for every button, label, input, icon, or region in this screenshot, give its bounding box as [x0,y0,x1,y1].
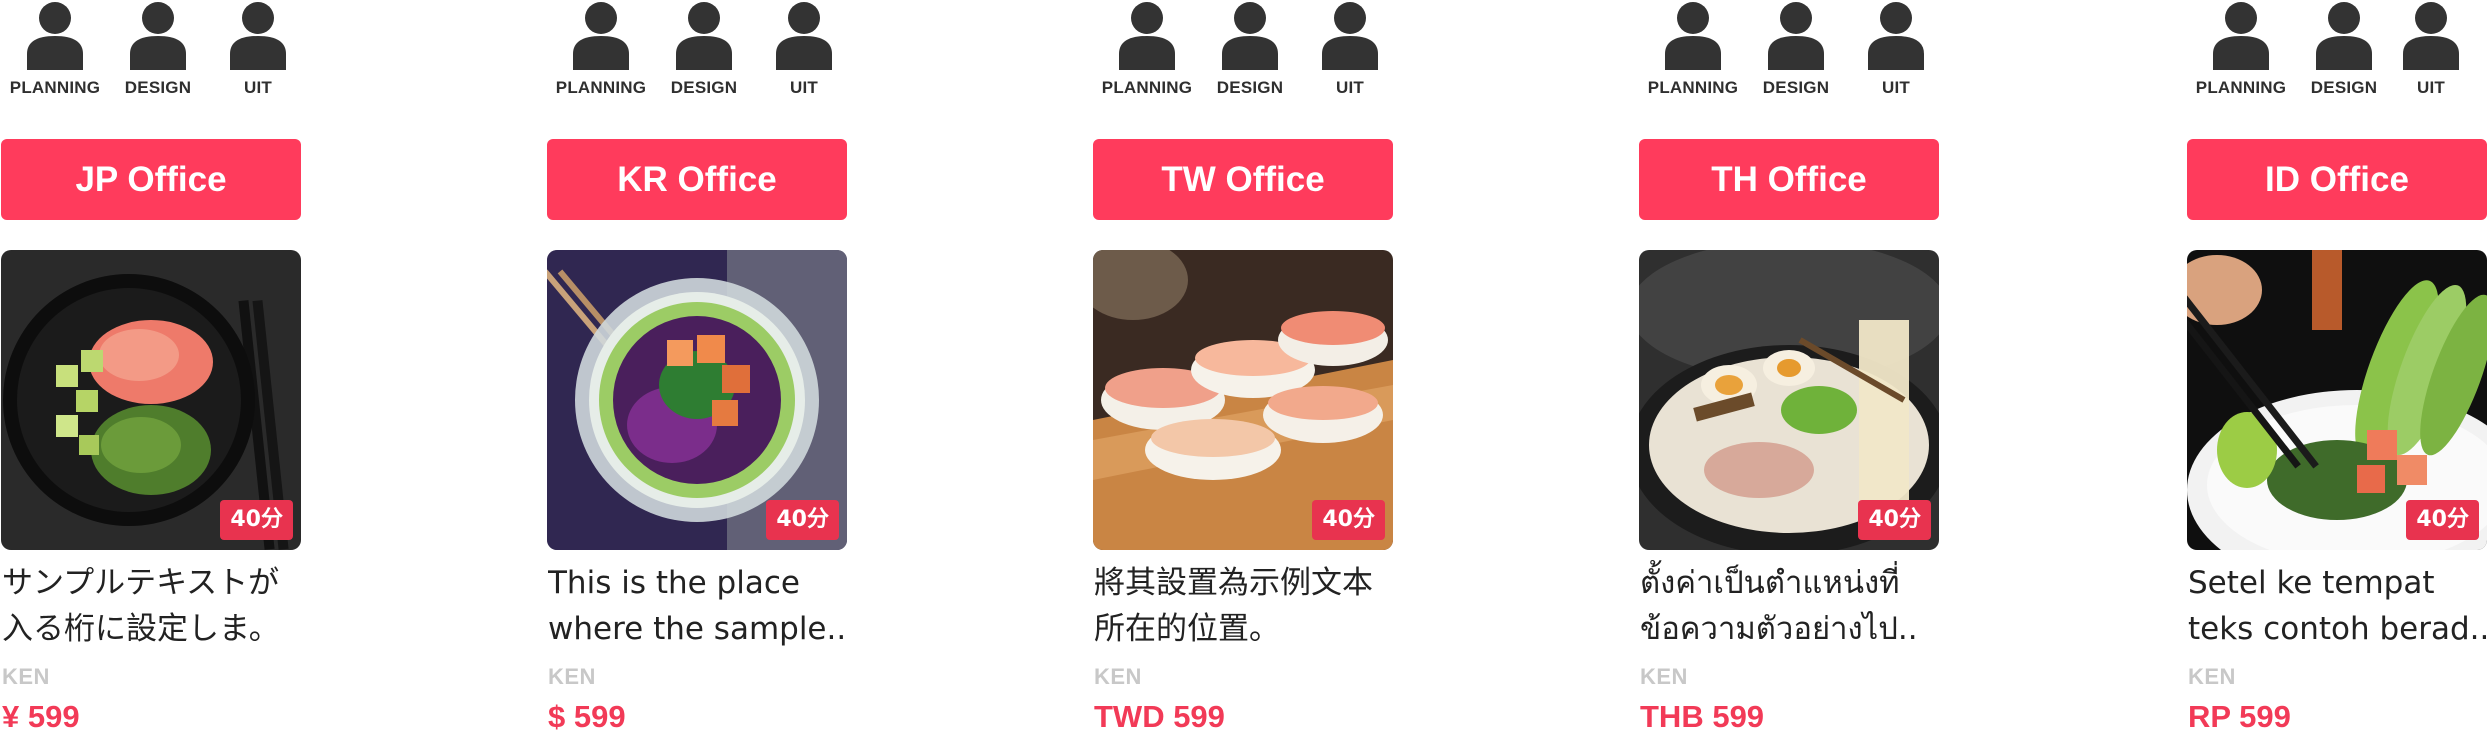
price: TWD 599 [1094,699,1225,734]
price: RP 599 [2188,699,2291,734]
office-button[interactable]: TH Office [1639,139,1939,220]
recipe-title[interactable]: サンプルテキストが 入る桁に設定しま。 [2,560,302,652]
recipe-title-line: teks contoh berad.. [2188,611,2488,647]
price: ¥ 599 [2,699,80,734]
person-icon [2213,2,2269,70]
team-role-label: DESIGN [124,78,192,97]
team-role-label: PLANNING [555,78,647,97]
author-name: KEN [1094,664,1142,689]
team-role-label: PLANNING [2195,78,2287,97]
team-member-uit: UIT [2376,0,2486,110]
team-member-uit: UIT [749,0,859,110]
team-members: PLANNING DESIGN UIT [2186,0,2486,110]
team-members: PLANNING DESIGN UIT [1092,0,1392,110]
person-icon [776,2,832,70]
team-role-label: PLANNING [1101,78,1193,97]
team-member-planning: PLANNING [1092,0,1202,110]
recipe-title-line: 所在的位置。 [1094,611,1280,647]
team-member-design: DESIGN [103,0,213,110]
team-members: PLANNING DESIGN UIT [0,0,300,110]
recipe-photo[interactable]: 40分 [2187,250,2487,550]
person-icon [1222,2,1278,70]
person-icon [230,2,286,70]
person-icon [1768,2,1824,70]
person-icon [130,2,186,70]
person-icon [573,2,629,70]
team-role-label: UIT [244,78,272,97]
recipe-title-line: 將其設置為示例文本 [1094,565,1373,601]
team-role-label: DESIGN [1216,78,1284,97]
recipe-photo[interactable]: 40分 [1,250,301,550]
person-icon [1119,2,1175,70]
author-name: KEN [2,664,50,689]
team-role-label: UIT [2417,78,2445,97]
team-member-design: DESIGN [1741,0,1851,110]
office-card-kr: PLANNING DESIGN UIT KR Office 40分 This i… [546,0,848,734]
office-card-th: PLANNING DESIGN UIT TH Office 40分 ตั้งค่… [1638,0,1940,734]
office-card-id: PLANNING DESIGN UIT ID Office 40分 Setel … [2186,0,2488,734]
team-role-label: PLANNING [1647,78,1739,97]
recipe-photo[interactable]: 40分 [547,250,847,550]
duration-badge: 40分 [2406,500,2479,540]
team-role-label: UIT [1882,78,1910,97]
recipe-title[interactable]: ตั้งค่าเป็นตำแหน่งที่ ข้อความตัวอย่างไป.… [1640,560,1940,652]
price: THB 599 [1640,699,1765,734]
team-role-label: UIT [790,78,818,97]
team-members: PLANNING DESIGN UIT [546,0,846,110]
author-name: KEN [548,664,596,689]
author-name: KEN [1640,664,1688,689]
team-role-label: UIT [1336,78,1364,97]
person-icon [1665,2,1721,70]
recipe-photo[interactable]: 40分 [1639,250,1939,550]
recipe-title-line: 入る桁に設定しま。 [2,611,280,647]
recipe-title-line: Setel ke tempat [2188,565,2435,601]
team-member-planning: PLANNING [0,0,110,110]
author-name: KEN [2188,664,2236,689]
person-icon [676,2,732,70]
recipe-title[interactable]: Setel ke tempat teks contoh berad.. [2188,560,2488,652]
office-button[interactable]: KR Office [547,139,847,220]
office-card-jp: PLANNING DESIGN UIT JP Office 40分 サンプルテキ… [0,0,302,734]
person-icon [2316,2,2372,70]
team-members: PLANNING DESIGN UIT [1638,0,1938,110]
recipe-title[interactable]: This is the place where the sample.. [548,560,848,652]
duration-badge: 40分 [1858,500,1931,540]
team-member-planning: PLANNING [1638,0,1748,110]
team-member-planning: PLANNING [546,0,656,110]
person-icon [2403,2,2459,70]
recipe-title-line: This is the place [548,565,800,601]
team-member-design: DESIGN [1195,0,1305,110]
team-member-design: DESIGN [649,0,759,110]
duration-badge: 40分 [766,500,839,540]
team-role-label: DESIGN [670,78,738,97]
duration-badge: 40分 [1312,500,1385,540]
price: $ 599 [548,699,626,734]
office-button[interactable]: JP Office [1,139,301,220]
person-icon [27,2,83,70]
office-button[interactable]: ID Office [2187,139,2487,220]
recipe-title-line: ข้อความตัวอย่างไป.. [1640,611,1918,647]
office-card-tw: PLANNING DESIGN UIT TW Office 40分 將其設置為示… [1092,0,1394,734]
recipe-title-line: ตั้งค่าเป็นตำแหน่งที่ [1640,565,1900,601]
team-member-planning: PLANNING [2186,0,2296,110]
team-role-label: DESIGN [1762,78,1830,97]
person-icon [1868,2,1924,70]
recipe-title-line: where the sample.. [548,611,847,647]
recipe-photo[interactable]: 40分 [1093,250,1393,550]
recipe-title[interactable]: 將其設置為示例文本 所在的位置。 [1094,560,1394,652]
team-member-uit: UIT [1295,0,1405,110]
duration-badge: 40分 [220,500,293,540]
office-card-strip: PLANNING DESIGN UIT JP Office 40分 サンプルテキ… [0,0,2488,734]
team-member-uit: UIT [203,0,313,110]
team-role-label: PLANNING [9,78,101,97]
team-member-uit: UIT [1841,0,1951,110]
person-icon [1322,2,1378,70]
office-button[interactable]: TW Office [1093,139,1393,220]
recipe-title-line: サンプルテキストが [2,565,280,601]
